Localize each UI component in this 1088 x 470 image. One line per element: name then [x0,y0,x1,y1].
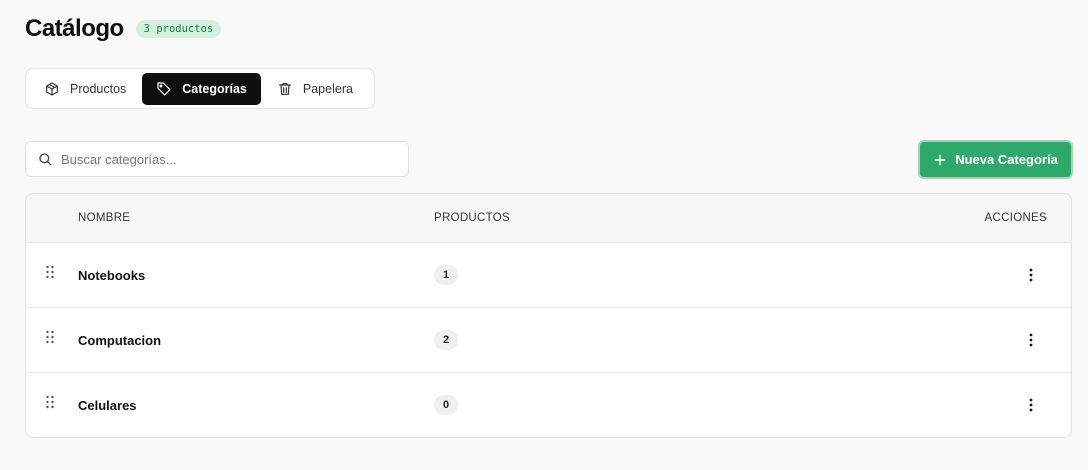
page-title: Catálogo [25,15,124,42]
tab-productos[interactable]: Productos [30,73,140,105]
tab-papelera[interactable]: Papelera [263,73,367,105]
column-header-productos[interactable]: PRODUCTOS [434,212,510,224]
column-header-nombre[interactable]: NOMBRE [78,212,130,224]
tab-label: Categorías [182,81,247,96]
category-name: Computacion [78,333,162,348]
plus-icon [934,154,946,165]
drag-handle-icon[interactable] [45,395,55,409]
table-row[interactable]: Computacion 2 [26,308,1071,373]
table-row[interactable]: Celulares 0 [26,373,1071,437]
tag-icon [157,81,171,96]
category-name: Notebooks [78,268,146,283]
search-box [25,141,409,177]
tab-categorias[interactable]: Categorías [142,72,261,105]
search-icon [39,153,52,166]
product-count-pill: 0 [434,395,458,415]
table-header: NOMBRE PRODUCTOS ACCIONES [26,194,1071,243]
more-vertical-icon[interactable] [1023,267,1039,283]
more-vertical-icon[interactable] [1023,397,1039,413]
drag-handle-icon[interactable] [45,330,55,344]
new-category-button[interactable]: Nueva Categoría [918,140,1073,179]
new-category-label: Nueva Categoría [955,152,1058,167]
catalog-page: Catálogo 3 productos Productos Categoría… [0,0,1088,470]
column-header-acciones: ACCIONES [984,212,1047,224]
drag-handle-icon[interactable] [45,265,55,279]
product-count-pill: 2 [434,330,458,350]
product-count-badge: 3 productos [135,20,222,38]
categories-table: NOMBRE PRODUCTOS ACCIONES Notebooks 1 Co… [25,193,1072,438]
search-input[interactable] [61,151,397,167]
product-count-pill: 1 [434,265,458,285]
table-row[interactable]: Notebooks 1 [26,243,1071,308]
catalog-tabs: Productos Categorías Papelera [25,68,375,109]
page-header: Catálogo 3 productos [25,15,222,43]
more-vertical-icon[interactable] [1023,332,1039,348]
package-icon [46,81,58,96]
tab-label: Papelera [302,81,353,96]
trash-icon [278,82,291,95]
category-name: Celulares [78,398,137,413]
tab-label: Productos [70,81,127,96]
